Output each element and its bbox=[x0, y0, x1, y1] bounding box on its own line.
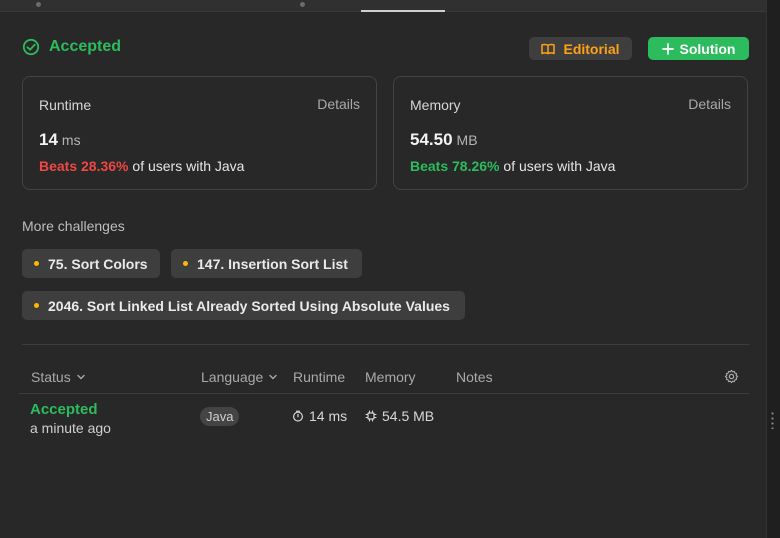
book-icon bbox=[541, 43, 556, 54]
challenge-chip[interactable]: 2046. Sort Linked List Already Sorted Us… bbox=[22, 291, 465, 320]
chevron-down-icon bbox=[77, 374, 85, 380]
runtime-number: 14 bbox=[39, 130, 58, 149]
status-text: Accepted bbox=[49, 38, 122, 55]
submission-status: Accepted bbox=[22, 38, 121, 56]
memory-title: Memory bbox=[410, 97, 461, 113]
row-memory-value: 54.5 MB bbox=[382, 408, 435, 424]
top-tab-strip bbox=[0, 0, 766, 12]
chip-icon bbox=[365, 410, 377, 422]
language-column-header[interactable]: Language bbox=[201, 369, 278, 385]
check-circle-icon bbox=[22, 38, 40, 56]
language-badge: Java bbox=[200, 407, 240, 426]
runtime-beats-percent: Beats 28.36% bbox=[39, 158, 129, 174]
memory-value: 54.50 MB bbox=[410, 130, 478, 150]
challenge-label: 2046. Sort Linked List Already Sorted Us… bbox=[48, 297, 450, 314]
status-column-label: Status bbox=[31, 369, 71, 385]
memory-beats-percent: Beats 78.26% bbox=[410, 158, 500, 174]
row-runtime-value: 14 ms bbox=[309, 408, 348, 424]
row-runtime: 14 ms bbox=[292, 408, 347, 424]
resize-handle[interactable] bbox=[771, 411, 774, 429]
runtime-details-link[interactable]: Details bbox=[317, 96, 360, 112]
panel-gutter bbox=[766, 0, 780, 538]
plus-icon bbox=[661, 42, 674, 55]
runtime-unit: ms bbox=[61, 132, 81, 148]
solution-button[interactable]: Solution bbox=[648, 37, 749, 60]
challenge-chip[interactable]: 147. Insertion Sort List bbox=[171, 249, 362, 278]
chevron-down-icon bbox=[269, 374, 277, 380]
challenge-chip[interactable]: 75. Sort Colors bbox=[22, 249, 160, 278]
solution-label: Solution bbox=[679, 40, 736, 57]
editorial-button[interactable]: Editorial bbox=[529, 37, 632, 60]
runtime-title: Runtime bbox=[39, 97, 92, 113]
memory-unit: MB bbox=[456, 132, 478, 148]
memory-column-header: Memory bbox=[365, 369, 416, 385]
row-memory: 54.5 MB bbox=[365, 408, 434, 424]
runtime-card: Runtime Details 14 ms Beats 28.36% of use… bbox=[22, 76, 377, 190]
editorial-label: Editorial bbox=[563, 40, 620, 57]
tab-dot bbox=[300, 2, 305, 7]
clock-icon bbox=[292, 410, 304, 422]
memory-details-link[interactable]: Details bbox=[688, 96, 731, 112]
runtime-beats: Beats 28.36% of users with Java bbox=[39, 158, 244, 174]
submissions-table-header: Status Language Runtime Memory Notes bbox=[19, 366, 749, 394]
memory-card: Memory Details 54.50 MB Beats 78.26% of u… bbox=[393, 76, 748, 190]
result-header: Accepted Editorial Solution bbox=[22, 36, 749, 62]
memory-beats: Beats 78.26% of users with Java bbox=[410, 158, 615, 174]
difficulty-dot bbox=[34, 261, 39, 266]
active-tab-indicator bbox=[361, 10, 445, 12]
notes-column-header: Notes bbox=[456, 369, 493, 385]
runtime-value: 14 ms bbox=[39, 130, 81, 150]
row-status[interactable]: Accepted bbox=[30, 401, 98, 418]
memory-number: 54.50 bbox=[410, 130, 453, 149]
row-time: a minute ago bbox=[30, 420, 111, 436]
divider bbox=[22, 344, 749, 345]
difficulty-dot bbox=[34, 303, 39, 308]
difficulty-dot bbox=[183, 261, 188, 266]
runtime-beats-suffix: of users with Java bbox=[132, 158, 245, 174]
more-challenges-title: More challenges bbox=[22, 218, 125, 234]
challenge-label: 147. Insertion Sort List bbox=[197, 255, 348, 272]
tab-dot bbox=[36, 2, 41, 7]
gear-icon[interactable] bbox=[724, 369, 739, 384]
runtime-column-header: Runtime bbox=[293, 369, 346, 385]
table-row[interactable]: Accepted a minute ago Java 14 ms 54.5 MB bbox=[19, 399, 749, 441]
status-column-header[interactable]: Status bbox=[31, 369, 86, 385]
language-column-label: Language bbox=[201, 369, 264, 385]
memory-beats-suffix: of users with Java bbox=[503, 158, 616, 174]
challenge-label: 75. Sort Colors bbox=[48, 255, 148, 272]
